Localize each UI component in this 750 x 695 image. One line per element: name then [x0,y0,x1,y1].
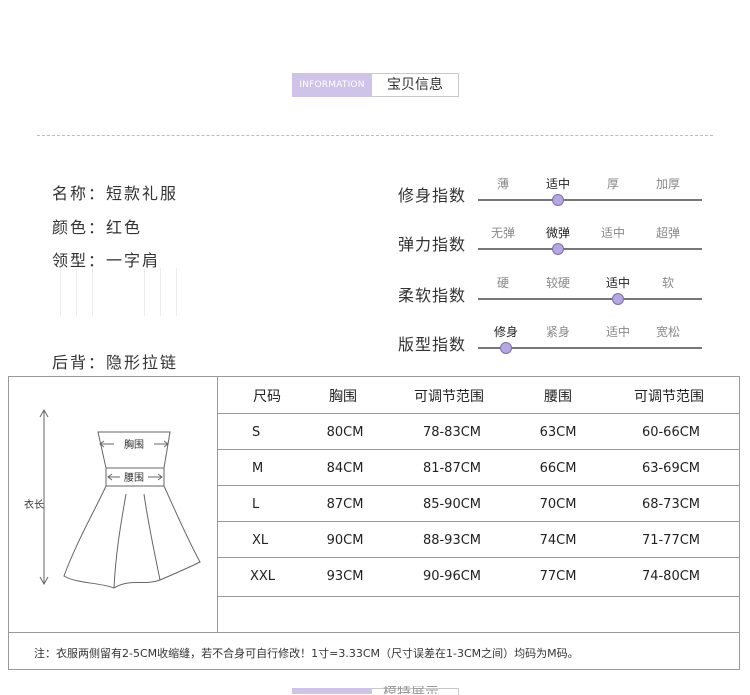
table-cell: 74-80CM [641,569,701,584]
attr-name: 名称：短款礼服 [52,180,178,204]
attr-value: 红色 [106,218,143,237]
table-cell: 74CM [539,533,577,548]
bust-label: 胸围 [124,438,144,451]
stretch-index-track [478,248,702,250]
stretch-index-label: 弹力指数 [398,235,467,254]
softness-index-label: 柔软指数 [398,286,467,305]
section-divider [37,135,713,136]
length-label: 衣长 [24,498,44,511]
cut-index-option: 紧身 [545,325,570,339]
fit-index-option: 适中 [545,177,570,191]
softness-index-option: 软 [661,276,674,290]
table-cell: XL [252,533,269,548]
fit-index-label: 修身指数 [398,186,467,205]
table-row-line [218,557,740,558]
attr-value: 隐形拉链 [106,353,179,372]
softness-index-option: 硬 [496,276,509,290]
softness-index-knob [612,293,624,305]
waist-label: 腰围 [124,472,144,484]
table-cell: 70CM [539,497,577,512]
table-cell: 68-73CM [641,497,701,512]
info-tag-cn: 宝贝信息 [372,73,459,97]
stretch-index-option: 适中 [600,226,625,240]
table-row-line [218,449,740,450]
table-row-line [218,596,740,597]
table-cell: M [252,461,264,476]
table-row-line [218,413,740,414]
cut-index-knob [500,342,512,354]
table-cell: 87CM [326,497,364,512]
dress-diagram: 胸围 腰围 衣长 [24,408,201,589]
softness-index-option: 适中 [605,276,630,290]
table-cell: 71-77CM [641,533,701,548]
fit-index-knob [552,194,564,206]
next-tag-text: 模特展示 [383,686,439,694]
attr-color: 颜色：红色 [52,214,142,238]
table-cell: 85-90CM [422,497,482,512]
stretch-index-knob [552,243,564,255]
fit-index-option: 加厚 [655,177,680,191]
attr-label: 名称： [52,184,107,203]
table-cell: 60-66CM [641,425,701,440]
table-cell: 88-93CM [422,533,482,548]
table-header-cell: 可调节范围 [414,389,484,405]
softness-index-option: 较硬 [545,276,570,290]
table-cell: 63-69CM [641,461,701,476]
attr-label: 后背： [52,353,107,372]
cut-index-option: 宽松 [655,325,680,339]
table-cell: L [252,497,260,512]
faded-watermark [58,268,178,316]
table-cell: 80CM [326,425,364,440]
next-tag-en [292,688,372,694]
cut-index-label: 版型指数 [398,335,467,354]
table-divider [217,376,218,632]
cut-index-option: 适中 [605,325,630,339]
fit-index-option: 薄 [496,177,509,191]
fit-index-option: 厚 [606,177,619,191]
table-cell: S [252,425,261,440]
table-row-line [218,521,740,522]
stretch-index-option: 微弹 [545,226,570,240]
table-cell: 66CM [539,461,577,476]
cut-index-option: 修身 [493,325,518,339]
table-cell: 90-96CM [422,569,482,584]
table-row-line [8,632,740,633]
table-cell: 81-87CM [422,461,482,476]
stretch-index-option: 无弹 [490,226,515,240]
table-cell: 77CM [539,569,577,584]
attr-label: 颜色： [52,218,107,237]
softness-index-track [478,298,702,300]
table-cell: XXL [250,569,276,584]
table-cell: 90CM [326,533,364,548]
table-cell: 84CM [326,461,364,476]
attr-back: 后背：隐形拉链 [52,349,178,373]
size-note: 注：衣服两侧留有2-5CM收缩缝，若不合身可自行修改！1寸=3.33CM（尺寸误… [34,647,579,660]
table-row-line [218,485,740,486]
table-cell: 63CM [539,425,577,440]
info-tag-en: INFORMATION [292,73,372,97]
table-cell: 93CM [326,569,364,584]
fit-index-track [478,199,702,201]
stretch-index-option: 超弹 [655,226,680,240]
table-header-cell: 胸围 [329,389,357,405]
table-header-cell: 腰围 [544,389,572,405]
table-header-cell: 尺码 [253,389,281,405]
table-cell: 78-83CM [422,425,482,440]
table-header-cell: 可调节范围 [634,389,704,405]
attr-value: 短款礼服 [106,184,179,203]
